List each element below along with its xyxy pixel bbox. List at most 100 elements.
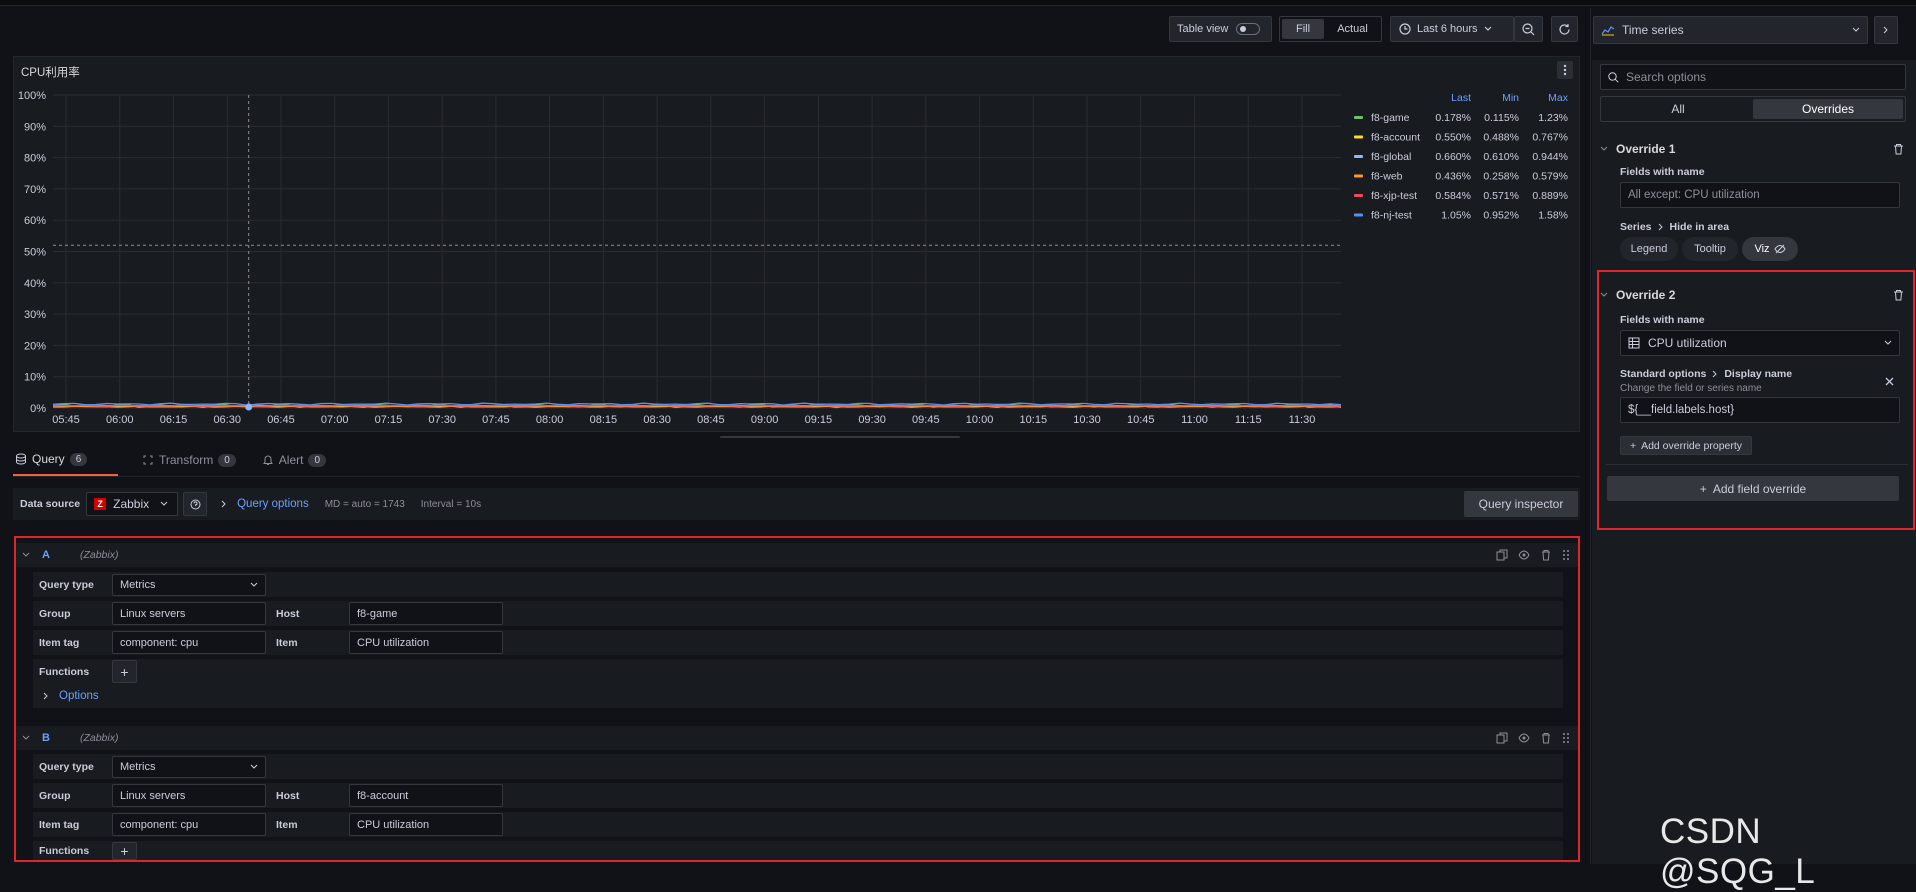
collapse-pane-button[interactable] [1874, 16, 1898, 44]
options-link[interactable]: Options [59, 690, 99, 702]
viz-toggle[interactable]: Viz [1742, 237, 1798, 261]
display-name-input[interactable]: ${__field.labels.host} [1620, 397, 1900, 423]
trash-icon[interactable] [1893, 143, 1904, 155]
tooltip-toggle[interactable]: Tooltip [1682, 237, 1738, 261]
transform-icon [143, 455, 153, 465]
viz-toggle-label: Viz [1754, 243, 1770, 255]
query-b-item-input[interactable]: CPU utilization [349, 813, 503, 836]
legend-series-name: f8-nj-test [1371, 210, 1412, 222]
drag-handle-icon[interactable] [1562, 549, 1570, 561]
query-a-source: (Zabbix) [79, 549, 119, 561]
query-inspector-button[interactable]: Query inspector [1464, 491, 1578, 517]
options-tabs: All Overrides [1600, 96, 1906, 122]
override-2-fields-label: Fields with name [1620, 314, 1705, 326]
chevron-right-icon [43, 692, 48, 700]
query-b-ref[interactable]: B [42, 732, 50, 744]
chevron-down-icon[interactable] [22, 552, 30, 558]
x-tick-label: 06:45 [267, 414, 295, 426]
query-b-type-select[interactable]: Metrics [112, 756, 266, 778]
y-tick-label: 10% [24, 372, 46, 384]
chevron-down-icon [250, 582, 258, 587]
datasource-picker[interactable]: Z Zabbix [86, 492, 179, 516]
chevron-right-icon [1712, 370, 1718, 378]
item-tag-label: Item tag [33, 630, 109, 655]
tab-query-label: Query [32, 452, 65, 466]
query-a-ref[interactable]: A [42, 549, 50, 561]
legend-series-name: f8-web [1371, 171, 1403, 183]
tab-query[interactable]: Query 6 [13, 448, 118, 476]
help-icon [190, 499, 201, 509]
trash-icon[interactable] [1540, 732, 1552, 744]
functions-label: Functions [33, 659, 109, 684]
query-b-tag-input[interactable]: component: cpu [112, 813, 266, 836]
tab-all[interactable]: All [1603, 99, 1753, 119]
query-options-link[interactable]: Query options [237, 498, 309, 510]
query-type-label: Query type [33, 754, 109, 779]
legend-header: Max [1548, 92, 1569, 104]
legend-toggle[interactable]: Legend [1620, 237, 1678, 261]
x-tick-label: 06:30 [213, 414, 241, 426]
y-tick-label: 0% [30, 403, 46, 415]
legend-value: 0.584% [1435, 190, 1471, 202]
drag-handle-icon[interactable] [1562, 732, 1570, 744]
override-2-header[interactable]: Override 2 [1600, 283, 1906, 307]
legend-value: 0.550% [1435, 132, 1471, 144]
override-1-fields-label: Fields with name [1620, 166, 1705, 178]
legend-header: Min [1502, 92, 1519, 104]
query-type-value: Metrics [120, 579, 156, 591]
override-1-header[interactable]: Override 1 [1600, 137, 1906, 161]
zabbix-logo-icon: Z [94, 498, 107, 510]
tab-transform-label: Transform [159, 453, 214, 467]
hover-point [245, 403, 253, 411]
duplicate-icon[interactable] [1496, 549, 1508, 561]
query-a-type-select[interactable]: Metrics [112, 574, 266, 596]
y-tick-label: 60% [24, 215, 46, 227]
database-icon [16, 453, 26, 465]
query-a-item-input[interactable]: CPU utilization [349, 631, 503, 654]
x-tick-label: 09:00 [751, 414, 779, 426]
legend-swatch [1354, 213, 1363, 217]
override-2-fields-select[interactable]: CPU utilization [1620, 330, 1900, 356]
datasource-help-button[interactable] [183, 492, 208, 516]
query-a-host-input[interactable]: f8-game [349, 602, 503, 625]
legend-swatch [1354, 135, 1363, 139]
override-1-fields-input[interactable]: All except: CPU utilization [1620, 182, 1900, 208]
trash-icon[interactable] [1893, 289, 1904, 301]
add-property-label: Add override property [1641, 439, 1743, 452]
x-tick-label: 08:30 [643, 414, 671, 426]
query-b-header[interactable]: B (Zabbix) [16, 726, 1578, 750]
add-field-override-button[interactable]: + Add field override [1607, 476, 1899, 501]
query-options-interval: Interval = 10s [420, 498, 482, 510]
eye-icon[interactable] [1518, 732, 1530, 744]
search-options-input[interactable]: Search options [1600, 64, 1906, 90]
duplicate-icon[interactable] [1496, 732, 1508, 744]
tab-overrides[interactable]: Overrides [1753, 99, 1903, 119]
chevron-down-icon[interactable] [22, 735, 30, 741]
legend-value: 0.579% [1532, 171, 1568, 183]
datasource-row: Data source Z Zabbix Query options MD = … [13, 488, 1580, 520]
remove-property-button[interactable] [1882, 374, 1896, 388]
query-a-group-input[interactable]: Linux servers [112, 602, 266, 625]
query-a-options-row[interactable]: Options [33, 684, 1563, 708]
query-b-source: (Zabbix) [79, 732, 119, 744]
add-function-button[interactable]: + [112, 842, 137, 860]
tab-transform[interactable]: Transform 0 [140, 448, 238, 476]
query-b-host-input[interactable]: f8-account [349, 784, 503, 807]
add-function-button[interactable]: + [112, 660, 137, 683]
add-override-property-button[interactable]: + Add override property [1620, 436, 1752, 455]
add-field-override-label: Add field override [1712, 481, 1807, 496]
query-a-tag-input[interactable]: component: cpu [112, 631, 266, 654]
x-tick-label: 06:15 [160, 414, 188, 426]
legend-value: 0.115% [1484, 112, 1519, 124]
datasource-name: Zabbix [113, 497, 150, 511]
editor-tabs: Query 6 Transform 0 Alert 0 [13, 448, 328, 476]
trash-icon[interactable] [1540, 549, 1552, 561]
x-tick-label: 07:45 [482, 414, 510, 426]
tab-alert[interactable]: Alert 0 [260, 448, 328, 476]
eye-icon[interactable] [1518, 549, 1530, 561]
chevron-right-icon [221, 500, 226, 508]
query-a-header[interactable]: A (Zabbix) [16, 543, 1578, 567]
visualization-picker[interactable]: Time series [1593, 16, 1868, 44]
plus-icon: + [1699, 481, 1707, 496]
query-b-group-input[interactable]: Linux servers [112, 784, 266, 807]
